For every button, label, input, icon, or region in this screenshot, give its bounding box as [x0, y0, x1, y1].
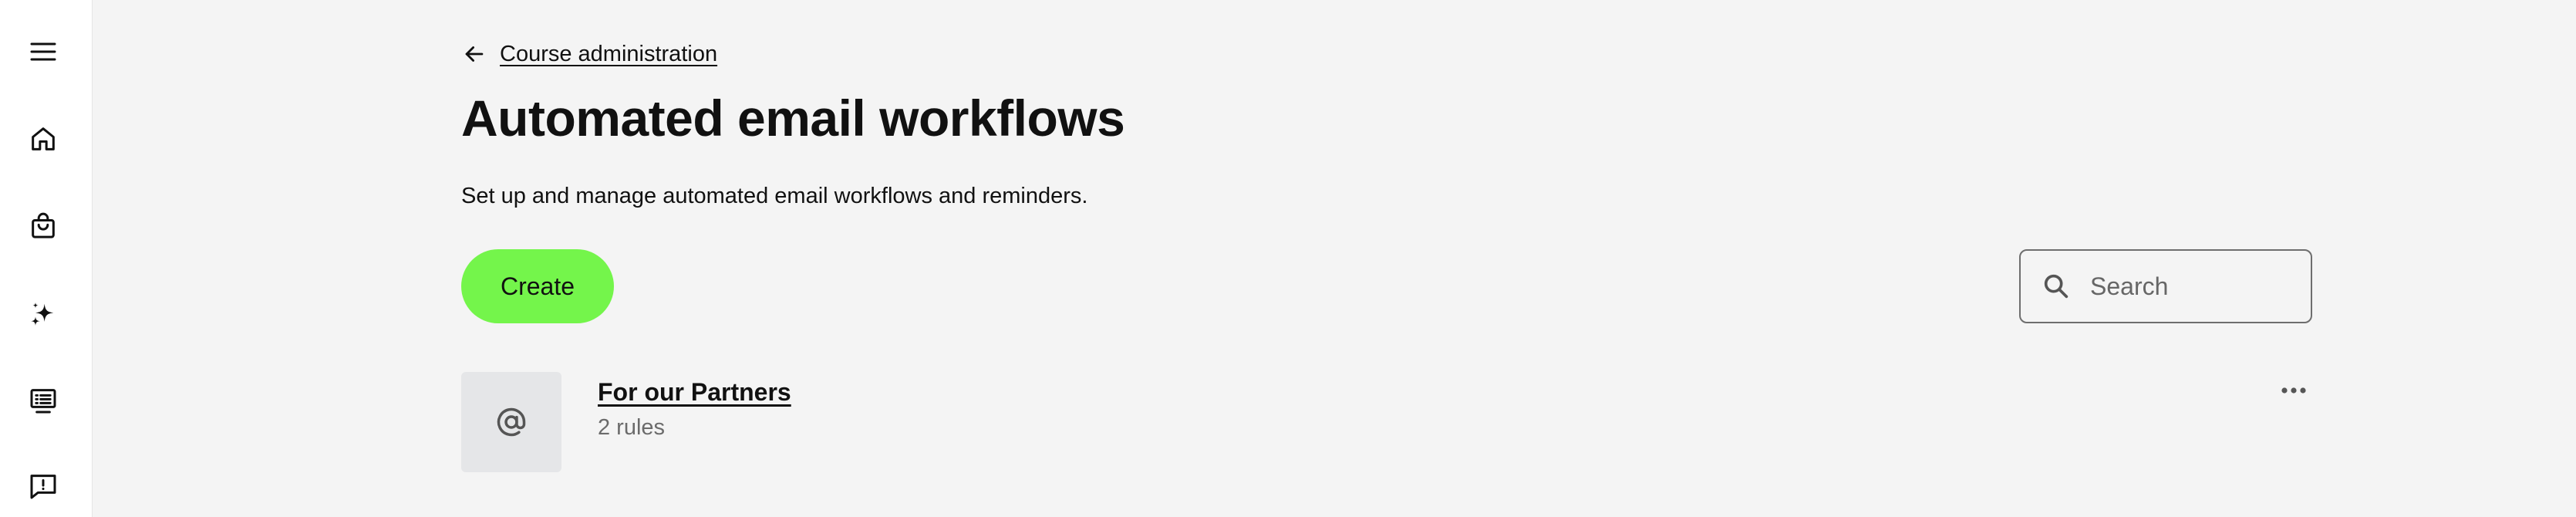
home-icon — [32, 127, 55, 150]
page-subtitle: Set up and manage automated email workfl… — [461, 184, 1088, 208]
search-input[interactable] — [2089, 271, 2289, 302]
shopping-bag-icon — [32, 212, 55, 238]
more-horizontal-icon — [2281, 387, 2306, 394]
sparkles-icon — [31, 302, 54, 326]
sidebar-item-ai[interactable] — [22, 292, 65, 336]
menu-icon — [30, 42, 56, 61]
menu-button[interactable] — [22, 30, 65, 73]
sidebar-item-courses[interactable] — [22, 379, 65, 422]
back-link-label[interactable]: Course administration — [500, 42, 717, 67]
sidebar-item-feedback[interactable] — [22, 465, 65, 508]
page-title: Automated email workflows — [461, 90, 1125, 147]
search-box[interactable] — [2019, 249, 2312, 323]
feedback-icon — [30, 475, 56, 499]
course-list-icon — [30, 389, 56, 414]
sidebar — [0, 0, 93, 517]
sidebar-item-shop[interactable] — [22, 204, 65, 248]
search-icon — [2044, 274, 2069, 299]
main-content: Course administration Automated email wo… — [461, 0, 2314, 517]
at-sign-icon — [497, 407, 526, 437]
back-link[interactable]: Course administration — [461, 39, 717, 69]
workflow-list-item: For our Partners 2 rules — [461, 372, 2314, 472]
workflow-thumbnail — [461, 372, 561, 472]
workflow-name-link[interactable]: For our Partners — [598, 378, 791, 407]
sidebar-item-home[interactable] — [22, 117, 65, 161]
workflow-more-button[interactable] — [2275, 372, 2312, 409]
create-button[interactable]: Create — [461, 249, 614, 323]
arrow-left-icon — [465, 46, 484, 62]
workflow-rule-count: 2 rules — [598, 415, 666, 440]
